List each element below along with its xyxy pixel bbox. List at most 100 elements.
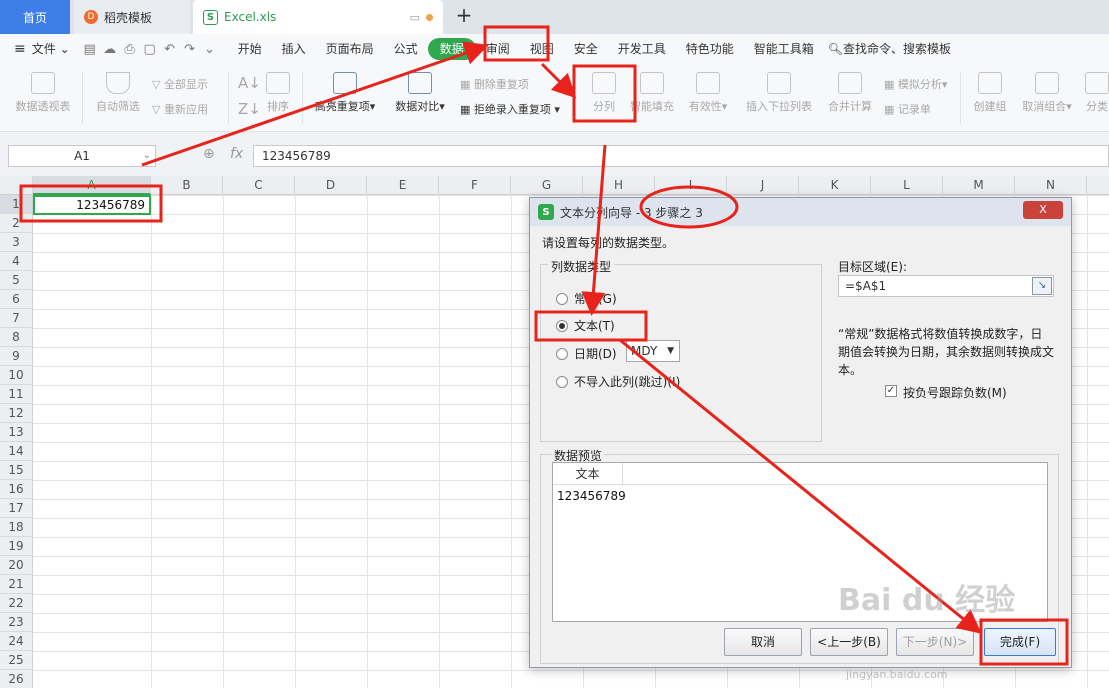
command-search[interactable]: 🔍︎查找命令、搜索模板	[824, 38, 961, 60]
column-header-k[interactable]: K	[799, 176, 871, 195]
data-compare-button[interactable]: 数据对比▾	[388, 72, 452, 114]
radio-skip[interactable]: 不导入此列(跳过)(I)	[556, 373, 680, 390]
tab-excel[interactable]: S Excel.xls ▭	[193, 0, 443, 34]
negative-sign-checkbox[interactable]: ✓	[885, 385, 897, 397]
row-header[interactable]: 6	[0, 290, 32, 309]
menu-file[interactable]: 文件 ⌄	[26, 38, 80, 60]
tab-daoke[interactable]: D 稻壳模板	[74, 0, 190, 34]
cloud-icon[interactable]: ☁	[100, 42, 120, 57]
tab-home[interactable]: 首页	[0, 0, 70, 34]
menu-view[interactable]: 视图	[520, 38, 564, 60]
row-header[interactable]: 19	[0, 537, 32, 556]
row-header[interactable]: 16	[0, 480, 32, 499]
menu-page-layout[interactable]: 页面布局	[316, 38, 384, 60]
reject-duplicates-button[interactable]: ▦ 拒绝录入重复项 ▾	[460, 101, 560, 117]
menu-review[interactable]: 审阅	[476, 38, 520, 60]
new-tab-button[interactable]: +	[452, 3, 476, 27]
sort-desc-icon[interactable]: Z↓	[238, 100, 261, 118]
row-header[interactable]: 5	[0, 271, 32, 290]
row-header[interactable]: 10	[0, 366, 32, 385]
create-group-button[interactable]: 创建组	[968, 72, 1012, 114]
column-header-m[interactable]: M	[943, 176, 1015, 195]
fx-icon[interactable]: fx	[230, 146, 243, 162]
column-header-f[interactable]: F	[439, 176, 511, 195]
row-header[interactable]: 9	[0, 347, 32, 366]
pivot-table-button[interactable]: 数据透视表	[12, 72, 74, 114]
radio-general[interactable]: 常规(G)	[556, 290, 617, 307]
column-header-i[interactable]: I	[655, 176, 727, 195]
row-header[interactable]: 22	[0, 594, 32, 613]
back-button[interactable]: <上一步(B)	[810, 628, 888, 656]
split-columns-button[interactable]: 分列	[578, 72, 630, 114]
remove-duplicates-button[interactable]: ▦ 删除重复项	[460, 76, 529, 92]
row-header[interactable]: 8	[0, 328, 32, 347]
consolidate-button[interactable]: 合并计算	[824, 72, 876, 114]
row-header[interactable]: 3	[0, 233, 32, 252]
insert-dropdown-list-button[interactable]: 插入下拉列表	[742, 72, 816, 114]
what-if-analysis-button[interactable]: ▦ 模拟分析▾	[884, 76, 947, 92]
redo-icon[interactable]: ↷	[180, 42, 200, 57]
row-header[interactable]: 23	[0, 613, 32, 632]
row-header[interactable]: 2	[0, 214, 32, 233]
row-header[interactable]: 13	[0, 423, 32, 442]
column-header-d[interactable]: D	[295, 176, 367, 195]
zoom-icon[interactable]: ⊕	[203, 146, 215, 162]
column-header-e[interactable]: E	[367, 176, 439, 195]
column-header-j[interactable]: J	[727, 176, 799, 195]
row-header[interactable]: 26	[0, 670, 32, 688]
show-all-button[interactable]: ▽ 全部显示	[152, 76, 208, 92]
column-header-l[interactable]: L	[871, 176, 943, 195]
row-header[interactable]: 1	[0, 195, 32, 214]
column-header-g[interactable]: G	[511, 176, 583, 195]
hamburger-icon[interactable]: ≡	[0, 41, 26, 57]
save-icon[interactable]: ▤	[80, 42, 100, 57]
cancel-button[interactable]: 取消	[724, 628, 802, 656]
name-box[interactable]: A1 ⌄	[8, 145, 156, 167]
row-header[interactable]: 17	[0, 499, 32, 518]
column-header-a[interactable]: A	[33, 176, 151, 195]
print-icon[interactable]: ⎙	[120, 42, 140, 57]
close-button[interactable]: X	[1023, 201, 1063, 219]
menu-security[interactable]: 安全	[564, 38, 608, 60]
next-button[interactable]: 下一步(N)>	[896, 628, 974, 656]
menu-insert[interactable]: 插入	[272, 38, 316, 60]
row-header[interactable]: 12	[0, 404, 32, 423]
reapply-button[interactable]: ▽ 重新应用	[152, 101, 208, 117]
range-picker-icon[interactable]: ↘	[1032, 277, 1052, 295]
radio-text[interactable]: 文本(T)	[556, 317, 615, 334]
radio-date[interactable]: 日期(D)	[556, 345, 617, 362]
column-header-n[interactable]: N	[1015, 176, 1087, 195]
dialog-title-bar[interactable]: S 文本分列向导 - 3 步骤之 3 X	[530, 198, 1071, 226]
sort-asc-icon[interactable]: A↓	[238, 74, 261, 92]
sort-button[interactable]: 排序	[262, 72, 294, 114]
autofilter-button[interactable]: 自动筛选	[92, 72, 144, 114]
row-header[interactable]: 4	[0, 252, 32, 271]
smart-fill-button[interactable]: 智能填充	[626, 72, 678, 114]
record-form-button[interactable]: ▦ 记录单	[884, 101, 931, 117]
row-header[interactable]: 20	[0, 556, 32, 575]
menu-data[interactable]: 数据	[427, 38, 476, 60]
row-header[interactable]: 15	[0, 461, 32, 480]
row-header[interactable]: 14	[0, 442, 32, 461]
menu-developer[interactable]: 开发工具	[608, 38, 676, 60]
column-header-b[interactable]: B	[151, 176, 223, 195]
column-header-h[interactable]: H	[583, 176, 655, 195]
subtotal-button[interactable]: 分类	[1084, 72, 1109, 114]
formula-input[interactable]: 123456789	[253, 145, 1109, 167]
date-format-select[interactable]: MDY ▼	[626, 340, 680, 362]
target-area-input[interactable]: =$A$1	[838, 275, 1054, 297]
finish-button[interactable]: 完成(F)	[984, 628, 1056, 656]
highlight-duplicates-button[interactable]: 高亮重复项▾	[308, 72, 382, 114]
column-header-c[interactable]: C	[223, 176, 295, 195]
row-header[interactable]: 24	[0, 632, 32, 651]
undo-icon[interactable]: ↶	[160, 42, 180, 57]
preview-column-header[interactable]: 文本	[553, 463, 623, 485]
row-header[interactable]: 7	[0, 309, 32, 328]
menu-formula[interactable]: 公式	[384, 38, 428, 60]
cell-a1[interactable]: 123456789	[33, 195, 151, 215]
row-header[interactable]: 21	[0, 575, 32, 594]
row-header[interactable]: 11	[0, 385, 32, 404]
ungroup-button[interactable]: 取消组合▾	[1018, 72, 1076, 114]
row-header[interactable]: 18	[0, 518, 32, 537]
menu-toolbox[interactable]: 智能工具箱	[744, 38, 824, 60]
